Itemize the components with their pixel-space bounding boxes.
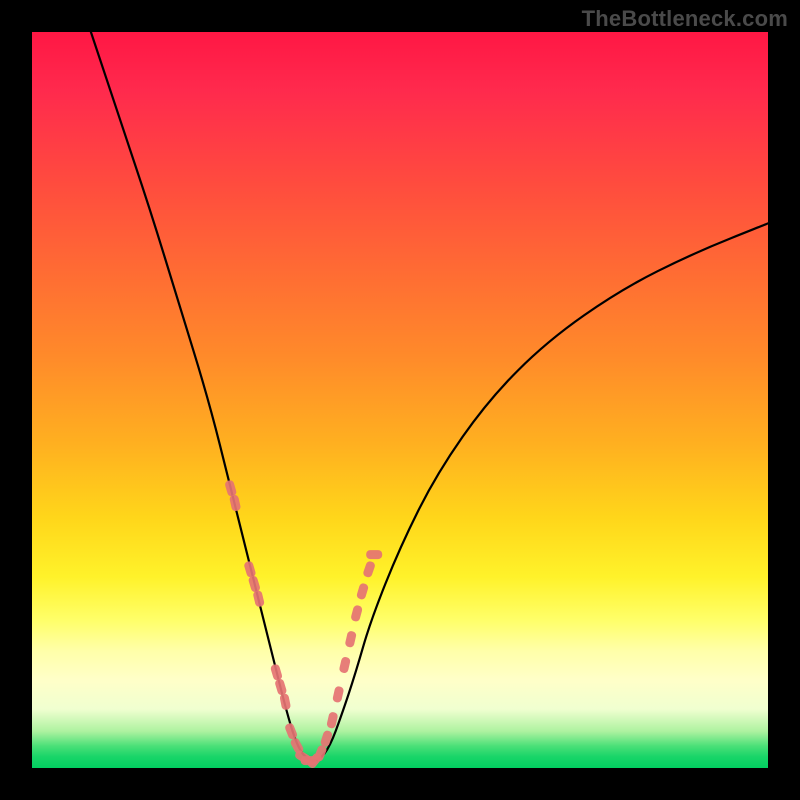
highlight-marker [320,730,333,748]
watermark-text: TheBottleneck.com [582,6,788,32]
highlight-markers [224,479,382,769]
plot-area [32,32,768,768]
highlight-marker [339,656,351,674]
highlight-marker [362,560,376,578]
highlight-marker [284,722,298,740]
highlight-marker [229,494,241,512]
highlight-marker [243,560,256,578]
highlight-marker [350,605,363,623]
highlight-marker [248,575,261,593]
highlight-marker [252,590,264,608]
bottleneck-curve-svg [32,32,768,768]
chart-frame: TheBottleneck.com [0,0,800,800]
highlight-marker [366,550,382,559]
highlight-marker [270,663,283,681]
highlight-marker [356,582,369,600]
curve-group [91,32,768,761]
highlight-marker [274,678,287,696]
highlight-marker [279,693,291,710]
highlight-marker [224,479,237,497]
bottleneck-curve [91,32,768,761]
highlight-marker [332,686,344,704]
highlight-marker [345,630,357,648]
